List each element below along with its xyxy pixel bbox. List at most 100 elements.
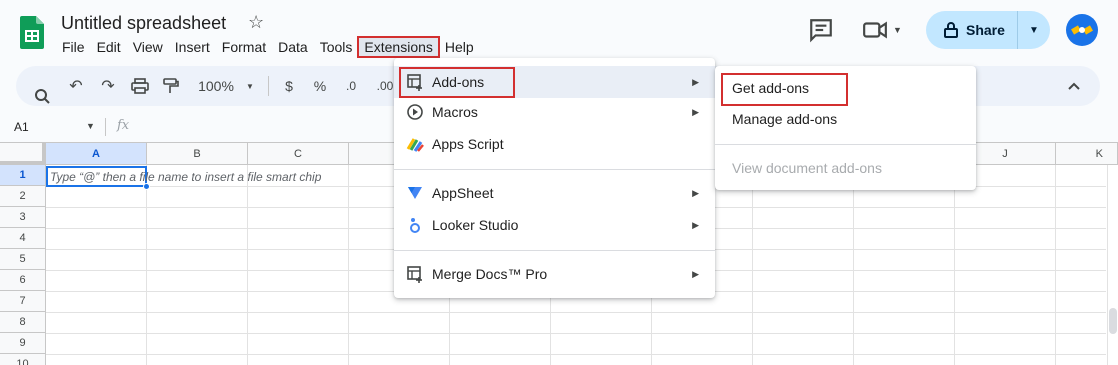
menu-divider xyxy=(715,144,976,145)
share-dropdown-icon[interactable]: ▼ xyxy=(1017,11,1050,49)
chevron-up-icon[interactable] xyxy=(1064,76,1084,96)
percent-format-button[interactable]: % xyxy=(312,66,328,106)
zoom-dropdown-icon[interactable]: ▼ xyxy=(244,66,256,106)
submenu-arrow-icon: ▶ xyxy=(692,76,699,87)
row-header-6[interactable]: 6 xyxy=(0,270,46,291)
grid-line xyxy=(247,165,248,365)
menu-extensions[interactable]: Extensions xyxy=(357,36,440,58)
menu-view[interactable]: View xyxy=(127,37,169,57)
avatar[interactable] xyxy=(1066,14,1098,46)
grid-line xyxy=(46,354,1106,355)
row-header-4[interactable]: 4 xyxy=(0,228,46,249)
comments-icon[interactable] xyxy=(808,17,834,43)
column-header-b[interactable]: B xyxy=(147,143,248,165)
grid-line xyxy=(348,165,349,365)
submenu-arrow-icon: ▶ xyxy=(692,106,699,117)
grid-line xyxy=(752,165,753,365)
meet-icon[interactable] xyxy=(862,17,888,43)
name-box-dropdown-icon[interactable]: ▼ xyxy=(86,121,95,131)
menu-item-merge-docs-pro[interactable]: Merge Docs™ Pro ▶ xyxy=(394,258,715,290)
zoom-select[interactable]: 100% xyxy=(194,66,238,106)
column-header-k[interactable]: K xyxy=(1056,143,1118,165)
menu-format[interactable]: Format xyxy=(216,37,272,57)
apps-script-label: Apps Script xyxy=(432,136,504,152)
menu-file[interactable]: File xyxy=(56,37,91,57)
macros-label: Macros xyxy=(432,104,478,120)
undo-icon[interactable]: ↶ xyxy=(66,66,86,106)
share-button[interactable]: Share xyxy=(926,11,1017,49)
decrease-decimal-button[interactable]: .0 xyxy=(340,66,362,106)
row-header-3[interactable]: 3 xyxy=(0,207,46,228)
apps-script-icon xyxy=(406,138,424,152)
select-all-corner[interactable] xyxy=(0,143,46,165)
macros-icon xyxy=(407,104,423,120)
document-title[interactable]: Untitled spreadsheet xyxy=(61,13,226,34)
meet-dropdown-icon[interactable]: ▼ xyxy=(893,25,902,35)
grid-line xyxy=(46,333,1106,334)
grid-line xyxy=(146,165,147,365)
search-icon[interactable] xyxy=(34,66,52,106)
menu-item-apps-script[interactable]: Apps Script xyxy=(394,128,715,160)
row-header-2[interactable]: 2 xyxy=(0,186,46,207)
menu-item-add-ons[interactable]: Add-ons ▶ xyxy=(394,66,715,98)
appsheet-icon xyxy=(408,187,422,199)
lock-icon xyxy=(944,22,958,38)
looker-studio-icon xyxy=(410,218,420,233)
formula-divider xyxy=(105,118,106,136)
name-box[interactable]: A1 xyxy=(14,120,29,134)
menu-item-manage-add-ons[interactable]: Manage add-ons xyxy=(715,103,976,135)
row-header-8[interactable]: 8 xyxy=(0,312,46,333)
menu-insert[interactable]: Insert xyxy=(169,37,216,57)
row-header-1[interactable]: 1 xyxy=(0,165,46,186)
menu-divider xyxy=(394,169,715,170)
menu-item-macros[interactable]: Macros ▶ xyxy=(394,96,715,128)
merge-docs-label: Merge Docs™ Pro xyxy=(432,266,548,282)
row-header-7[interactable]: 7 xyxy=(0,291,46,312)
paint-format-icon[interactable] xyxy=(162,66,180,106)
menu-item-looker-studio[interactable]: Looker Studio ▶ xyxy=(394,209,715,241)
satellite-icon xyxy=(1071,25,1093,35)
menu-item-appsheet[interactable]: AppSheet ▶ xyxy=(394,177,715,209)
fill-handle[interactable] xyxy=(143,183,150,190)
add-ons-icon xyxy=(407,74,422,91)
smart-chip-hint: Type “@” then a file name to insert a fi… xyxy=(50,170,322,184)
menu-edit[interactable]: Edit xyxy=(91,37,127,57)
grid-line xyxy=(46,312,1106,313)
extensions-menu: Add-ons ▶ Macros ▶ Apps Script AppSheet … xyxy=(394,58,715,298)
view-document-add-ons-label: View document add-ons xyxy=(732,160,882,176)
submenu-arrow-icon: ▶ xyxy=(692,268,699,279)
submenu-arrow-icon: ▶ xyxy=(692,187,699,198)
grid-line xyxy=(1055,165,1056,365)
add-ons-submenu: Get add-ons Manage add-ons View document… xyxy=(715,66,976,190)
sheets-logo-icon[interactable] xyxy=(20,16,44,49)
menu-data[interactable]: Data xyxy=(272,37,314,57)
vertical-scrollbar[interactable] xyxy=(1107,165,1118,365)
looker-studio-label: Looker Studio xyxy=(432,217,519,233)
toolbar-divider xyxy=(268,76,269,96)
add-ons-label: Add-ons xyxy=(432,74,485,90)
menu-divider xyxy=(394,250,715,251)
menu-item-view-document-add-ons: View document add-ons xyxy=(715,152,976,184)
app-window: Untitled spreadsheet ☆ File Edit View In… xyxy=(0,0,1118,365)
scrollbar-thumb[interactable] xyxy=(1109,308,1117,334)
print-icon[interactable] xyxy=(131,66,149,106)
row-header-9[interactable]: 9 xyxy=(0,333,46,354)
column-header-c[interactable]: C xyxy=(248,143,349,165)
appsheet-label: AppSheet xyxy=(432,185,494,201)
get-add-ons-label: Get add-ons xyxy=(732,80,810,96)
redo-icon[interactable]: ↷ xyxy=(98,66,118,106)
manage-add-ons-label: Manage add-ons xyxy=(732,111,838,127)
submenu-arrow-icon: ▶ xyxy=(692,219,699,230)
row-header-5[interactable]: 5 xyxy=(0,249,46,270)
grid-line xyxy=(853,165,854,365)
menu-help[interactable]: Help xyxy=(439,37,480,57)
column-header-a[interactable]: A xyxy=(46,143,147,165)
grid-line xyxy=(954,165,955,365)
row-header-10[interactable]: 10 xyxy=(0,354,46,365)
fx-icon: fx xyxy=(117,118,130,133)
menu-item-get-add-ons[interactable]: Get add-ons xyxy=(715,72,976,104)
merge-docs-icon xyxy=(407,266,422,283)
menu-tools[interactable]: Tools xyxy=(314,37,359,57)
star-icon[interactable]: ☆ xyxy=(248,12,264,33)
currency-format-button[interactable]: $ xyxy=(281,66,297,106)
